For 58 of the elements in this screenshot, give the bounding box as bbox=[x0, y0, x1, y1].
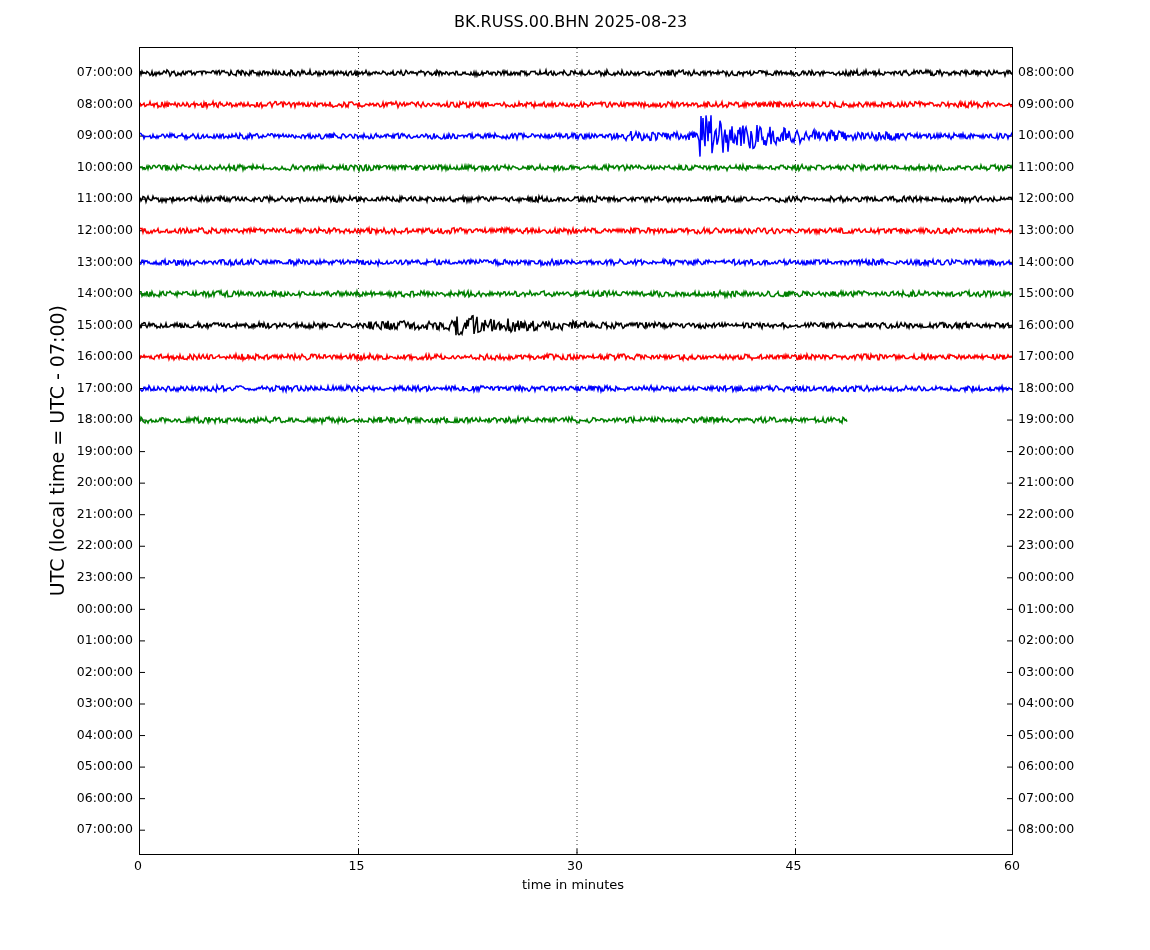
y-tick-label: 03:00:00 bbox=[1018, 662, 1075, 681]
y-tick-label: 01:00:00 bbox=[1018, 599, 1075, 618]
y-tick-label: 03:00:00 bbox=[76, 694, 133, 713]
x-tick-label: 15 bbox=[347, 858, 366, 874]
y-tick-label: 07:00:00 bbox=[1018, 788, 1075, 807]
y-tick-label: 21:00:00 bbox=[1018, 473, 1075, 492]
x-tick-label: 30 bbox=[566, 858, 584, 874]
y-tick-label: 20:00:00 bbox=[1018, 441, 1075, 460]
y-tick-label: 23:00:00 bbox=[1018, 536, 1075, 555]
y-tick-label: 13:00:00 bbox=[76, 252, 133, 271]
y-tick-label: 00:00:00 bbox=[1018, 567, 1075, 586]
y-tick-label: 14:00:00 bbox=[1018, 252, 1075, 271]
y-tick-label: 19:00:00 bbox=[1018, 410, 1075, 429]
y-tick-label: 09:00:00 bbox=[76, 126, 133, 145]
y-tick-label: 20:00:00 bbox=[76, 473, 133, 492]
y-tick-label: 08:00:00 bbox=[1018, 63, 1075, 82]
y-tick-label: 22:00:00 bbox=[1018, 504, 1075, 523]
y-tick-label: 11:00:00 bbox=[76, 189, 133, 208]
y-tick-label: 12:00:00 bbox=[1018, 189, 1075, 208]
y-tick-label: 02:00:00 bbox=[76, 662, 133, 681]
y-tick-label: 04:00:00 bbox=[76, 725, 133, 744]
y-tick-label: 10:00:00 bbox=[1018, 126, 1075, 145]
y-tick-label: 02:00:00 bbox=[1018, 631, 1075, 650]
x-tick-label: 45 bbox=[784, 858, 803, 874]
y-tick-label: 21:00:00 bbox=[76, 504, 133, 523]
y-tick-label: 18:00:00 bbox=[76, 410, 133, 429]
y-tick-label: 08:00:00 bbox=[1018, 820, 1075, 839]
y-tick-label: 06:00:00 bbox=[76, 788, 133, 807]
y-tick-label: 16:00:00 bbox=[1018, 315, 1075, 334]
y-tick-label: 17:00:00 bbox=[76, 378, 133, 397]
y-tick-label: 12:00:00 bbox=[76, 220, 133, 239]
y-tick-label: 07:00:00 bbox=[76, 820, 133, 839]
y-tick-label: 22:00:00 bbox=[76, 536, 133, 555]
y-tick-label: 10:00:00 bbox=[76, 157, 133, 176]
y-tick-label: 00:00:00 bbox=[76, 599, 133, 618]
y-tick-label: 05:00:00 bbox=[1018, 725, 1075, 744]
y-tick-label: 07:00:00 bbox=[76, 63, 133, 82]
y-tick-label: 14:00:00 bbox=[76, 284, 133, 303]
y-tick-label: 23:00:00 bbox=[76, 567, 133, 586]
y-tick-label: 17:00:00 bbox=[1018, 347, 1075, 366]
y-tick-label: 05:00:00 bbox=[76, 757, 133, 776]
x-axis-label: time in minutes bbox=[522, 877, 625, 892]
y-axis-label: UTC (local time = UTC - 07:00) bbox=[46, 305, 68, 597]
y-tick-label: 11:00:00 bbox=[1018, 157, 1075, 176]
chart-title: BK.RUSS.00.BHN 2025-08-23 bbox=[454, 12, 688, 33]
y-tick-label: 01:00:00 bbox=[76, 631, 133, 650]
y-tick-label: 09:00:00 bbox=[1018, 94, 1075, 113]
y-tick-label: 16:00:00 bbox=[76, 347, 133, 366]
y-tick-label: 13:00:00 bbox=[1018, 220, 1075, 239]
y-tick-label: 06:00:00 bbox=[1018, 757, 1075, 776]
y-tick-label: 04:00:00 bbox=[1018, 694, 1075, 713]
x-tick-label: 0 bbox=[133, 858, 143, 874]
y-tick-label: 19:00:00 bbox=[76, 441, 133, 460]
y-tick-label: 15:00:00 bbox=[76, 315, 133, 334]
x-tick-label: 60 bbox=[1003, 858, 1021, 874]
y-tick-label: 08:00:00 bbox=[76, 94, 133, 113]
y-tick-label: 18:00:00 bbox=[1018, 378, 1075, 397]
y-tick-label: 15:00:00 bbox=[1018, 284, 1075, 303]
